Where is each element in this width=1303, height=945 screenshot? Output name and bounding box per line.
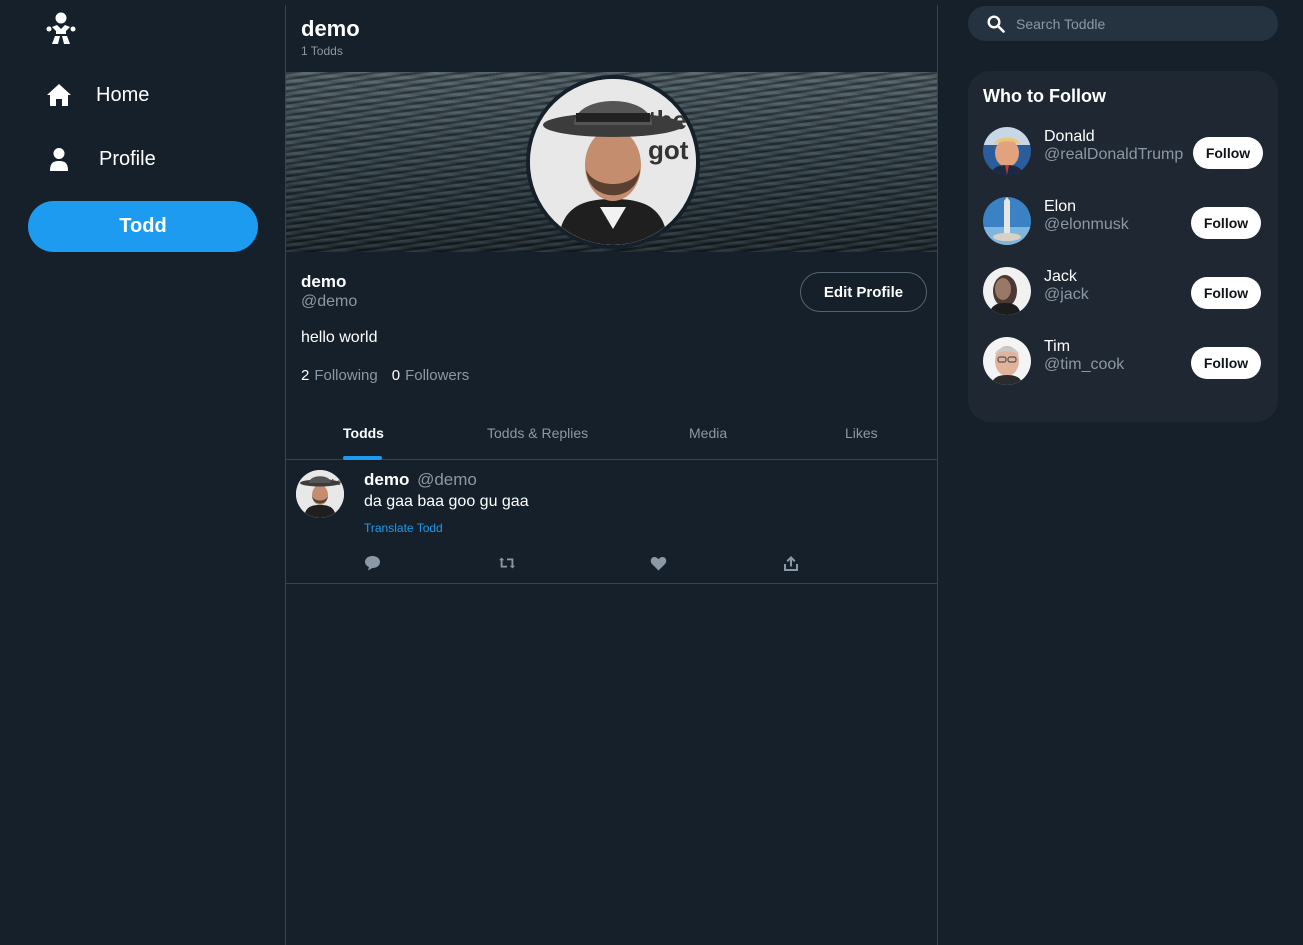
following-stat[interactable]: 2 Following: [301, 367, 378, 384]
search-input[interactable]: [1016, 6, 1266, 41]
follow-stats: 2 Following 0 Followers: [301, 367, 469, 384]
profile-name: demo: [301, 272, 347, 291]
suggestion-handle: @realDonaldTrump: [1044, 146, 1184, 163]
followers-count: 0: [391, 367, 401, 384]
tab-likes[interactable]: Likes: [845, 425, 878, 441]
profile-tabs: Todds Todds & Replies Media Likes: [286, 405, 937, 460]
todd-author-handle[interactable]: @demo: [417, 470, 477, 489]
follow-button[interactable]: Follow: [1191, 347, 1261, 379]
follow-button[interactable]: Follow: [1191, 277, 1261, 309]
profile-avatar[interactable]: the got: [526, 75, 700, 249]
avatar: [983, 197, 1031, 245]
avatar: [983, 267, 1031, 315]
todd-text: da gaa baa goo gu gaa: [364, 493, 529, 510]
retodd-icon[interactable]: [498, 554, 516, 572]
suggestion-handle: @elonmusk: [1044, 216, 1129, 233]
suggestion-jack[interactable]: Jack @jack Follow: [968, 267, 1278, 317]
who-to-follow-title: Who to Follow: [983, 86, 1106, 106]
tab-todds-replies[interactable]: Todds & Replies: [487, 425, 588, 441]
following-label: Following: [314, 367, 378, 384]
followers-label: Followers: [405, 367, 470, 384]
todd-count: 1 Todds: [301, 44, 343, 58]
suggestion-handle: @tim_cook: [1044, 356, 1125, 373]
following-count: 2: [301, 367, 310, 384]
suggestion-name: Tim: [1044, 338, 1071, 355]
follow-button[interactable]: Follow: [1193, 137, 1263, 169]
page-header: demo 1 Todds: [301, 16, 360, 58]
todd-author-name[interactable]: demo: [364, 470, 409, 489]
translate-todd-link[interactable]: Translate Todd: [364, 521, 443, 535]
edit-profile-button[interactable]: Edit Profile: [800, 272, 927, 312]
todd-avatar[interactable]: the: [296, 470, 344, 518]
home-icon: [44, 80, 74, 110]
avatar: [983, 127, 1031, 175]
user-icon: [44, 144, 74, 174]
suggestion-elon[interactable]: Elon @elonmusk Follow: [968, 197, 1278, 247]
followers-stat[interactable]: 0 Followers: [392, 367, 470, 384]
app: Home Profile Todd demo 1 Todds the got: [0, 0, 1303, 945]
nav-profile[interactable]: Profile: [44, 144, 156, 174]
baby-logo-icon[interactable]: [46, 12, 76, 46]
todd-header: demo @demo: [364, 470, 477, 490]
todd-item[interactable]: the demo @demo da gaa baa goo gu gaa Tra…: [286, 460, 937, 584]
suggestion-name: Elon: [1044, 198, 1077, 215]
suggestion-donald[interactable]: Donald @realDonaldTrump Follow: [968, 127, 1278, 177]
share-icon[interactable]: [782, 554, 800, 572]
search-bar: [968, 6, 1278, 41]
profile-handle: @demo: [301, 293, 358, 310]
heart-icon[interactable]: [649, 554, 667, 572]
search-icon: [987, 15, 1005, 33]
follow-button[interactable]: Follow: [1191, 207, 1261, 239]
main-column: demo 1 Todds the got demo @demo Edit Pro…: [285, 5, 938, 945]
nav-home-label: Home: [96, 83, 150, 106]
svg-text:got: got: [648, 135, 689, 165]
suggestion-name: Jack: [1044, 268, 1077, 285]
nav-profile-label: Profile: [99, 147, 156, 170]
suggestion-name: Donald: [1044, 128, 1095, 145]
todd-button[interactable]: Todd: [28, 201, 258, 252]
tab-media[interactable]: Media: [689, 425, 727, 441]
nav-home[interactable]: Home: [44, 80, 149, 110]
avatar: [983, 337, 1031, 385]
comment-icon[interactable]: [363, 554, 381, 572]
suggestion-handle: @jack: [1044, 286, 1089, 303]
profile-bio: hello world: [301, 329, 378, 346]
profile-info: demo @demo: [301, 272, 357, 311]
who-to-follow-panel: Who to Follow Donald @realDonaldTrump Fo…: [968, 71, 1278, 422]
suggestion-tim[interactable]: Tim @tim_cook Follow: [968, 337, 1278, 387]
left-sidebar: Home Profile Todd: [0, 0, 285, 945]
tab-todds[interactable]: Todds: [343, 425, 384, 441]
page-title: demo: [301, 16, 360, 41]
